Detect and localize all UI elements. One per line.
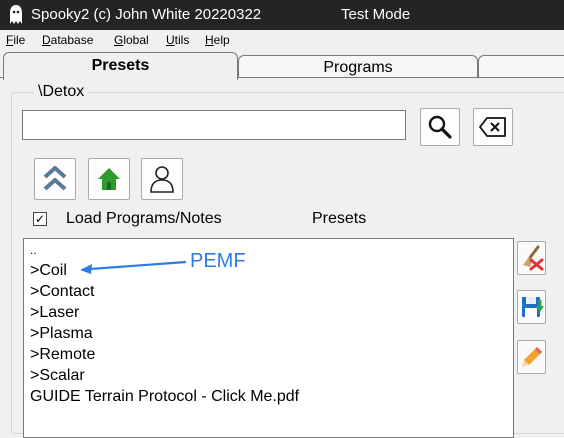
- broom-delete-icon: [522, 245, 543, 271]
- user-icon: [150, 166, 174, 193]
- double-chevron-up-icon: [43, 166, 67, 191]
- title-bar: Spooky2 (c) John White 20220322 Test Mod…: [0, 0, 564, 30]
- search-input[interactable]: [22, 110, 406, 140]
- spooky-ghost-icon: [10, 5, 22, 24]
- home-button[interactable]: [88, 158, 130, 200]
- floppy-save-icon: [521, 297, 544, 317]
- list-item-coil[interactable]: >Coil: [30, 262, 67, 280]
- annotation-pemf-label: PEMF: [190, 250, 246, 272]
- tab-strip: Presets Programs: [0, 50, 564, 80]
- home-icon: [98, 168, 120, 190]
- list-item-scalar[interactable]: >Scalar: [30, 367, 85, 385]
- load-programs-notes-checkbox[interactable]: ✓: [33, 212, 47, 226]
- search-icon: [428, 115, 452, 139]
- window-mode: Test Mode: [341, 6, 411, 23]
- delete-button[interactable]: [517, 241, 546, 275]
- current-path-label: \Detox: [34, 83, 89, 101]
- presets-list-title: Presets: [312, 210, 367, 227]
- menu-file[interactable]: File: [6, 33, 25, 47]
- list-item-guide-pdf[interactable]: GUIDE Terrain Protocol - Click Me.pdf: [30, 388, 299, 406]
- window-title: Spooky2 (c) John White 20220322: [31, 6, 262, 23]
- list-item-contact[interactable]: >Contact: [30, 283, 94, 301]
- menu-global[interactable]: Global: [114, 33, 149, 47]
- save-button[interactable]: [517, 290, 546, 324]
- tab-presets[interactable]: Presets: [3, 52, 238, 80]
- backspace-clear-icon: [479, 117, 506, 137]
- list-item-plasma[interactable]: >Plasma: [30, 325, 93, 343]
- edit-button[interactable]: [517, 340, 546, 374]
- menu-utils[interactable]: Utils: [166, 33, 189, 47]
- list-item-laser[interactable]: >Laser: [30, 304, 79, 322]
- list-item-parent[interactable]: ..: [30, 243, 37, 257]
- pencil-edit-icon: [521, 347, 542, 367]
- menu-help[interactable]: Help: [205, 33, 230, 47]
- annotation-arrow: [80, 260, 187, 274]
- menu-bar: File Database Global Utils Help: [0, 30, 564, 50]
- load-programs-notes-label: Load Programs/Notes: [66, 210, 222, 227]
- up-folder-button[interactable]: [34, 158, 76, 200]
- clear-search-button[interactable]: [473, 108, 513, 146]
- menu-database[interactable]: Database: [42, 33, 93, 47]
- user-button[interactable]: [141, 158, 183, 200]
- list-item-remote[interactable]: >Remote: [30, 346, 95, 364]
- search-button[interactable]: [420, 108, 460, 146]
